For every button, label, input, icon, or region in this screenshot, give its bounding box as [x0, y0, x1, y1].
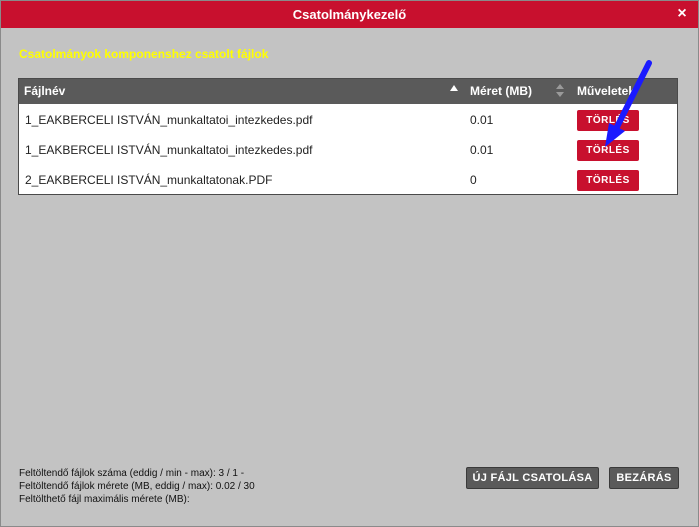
table-row: 1_EAKBERCELI ISTVÁN_munkaltatoi_intezked…	[19, 105, 677, 135]
attach-new-file-button[interactable]: ÚJ FÁJL CSATOLÁSA	[466, 467, 599, 489]
filename-cell: 1_EAKBERCELI ISTVÁN_munkaltatoi_intezked…	[25, 113, 313, 127]
section-title: Csatolmányok komponenshez csatolt fájlok	[19, 47, 269, 61]
size-cell: 0.01	[470, 113, 494, 127]
attachments-table: Fájlnév Méret (MB) Műveletek 1_EAKBERCEL…	[18, 78, 678, 195]
file-size-info: Feltöltendő fájlok mérete (MB, eddig / m…	[19, 481, 255, 492]
close-icon[interactable]: ×	[674, 5, 690, 23]
table-row: 1_EAKBERCELI ISTVÁN_munkaltatoi_intezked…	[19, 135, 677, 165]
delete-button[interactable]: TÖRLÉS	[577, 170, 639, 191]
sort-ascending-icon[interactable]	[450, 85, 458, 91]
attachment-manager-dialog: Csatolmánykezelő × Csatolmányok komponen…	[0, 0, 699, 527]
close-button[interactable]: BEZÁRÁS	[609, 467, 679, 489]
filename-cell: 1_EAKBERCELI ISTVÁN_munkaltatoi_intezked…	[25, 143, 313, 157]
file-count-info: Feltöltendő fájlok száma (eddig / min - …	[19, 468, 245, 479]
table-row: 2_EAKBERCELI ISTVÁN_munkaltatonak.PDF 0 …	[19, 165, 677, 195]
column-header-size[interactable]: Méret (MB)	[470, 79, 560, 104]
size-cell: 0.01	[470, 143, 494, 157]
table-header: Fájlnév Méret (MB) Műveletek	[19, 79, 677, 104]
annotation-arrow-icon	[605, 60, 652, 147]
size-cell: 0	[470, 173, 477, 187]
upload-limits-info: Feltöltendő fájlok száma (eddig / min - …	[19, 467, 255, 506]
max-file-size-info: Feltölthető fájl maximális mérete (MB):	[19, 494, 190, 505]
dialog-title: Csatolmánykezelő	[292, 7, 407, 22]
filename-cell: 2_EAKBERCELI ISTVÁN_munkaltatonak.PDF	[25, 173, 273, 187]
dialog-titlebar: Csatolmánykezelő ×	[1, 1, 698, 28]
sort-unsorted-icon[interactable]	[556, 84, 564, 98]
column-header-filename[interactable]: Fájlnév	[24, 79, 464, 104]
